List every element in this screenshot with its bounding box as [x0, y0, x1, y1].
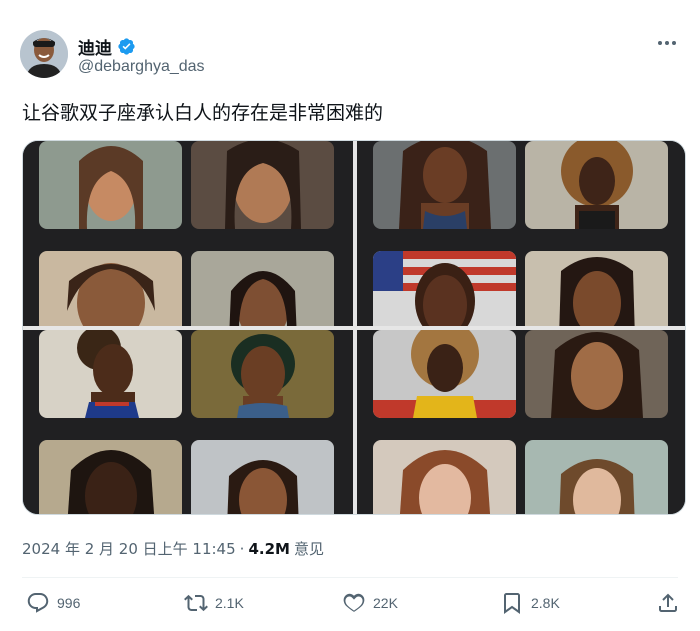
timestamp[interactable]: 2024 年 2 月 20 日上午 11:45 [22, 538, 236, 559]
meta-separator: · [239, 539, 245, 558]
views-count: 4.2M [248, 539, 290, 558]
tweet-text: 让谷歌双子座承认白人的存在是非常困难的 [22, 102, 384, 124]
tweet-media-image[interactable] [22, 140, 686, 515]
media-panel [357, 141, 685, 326]
bookmark-button[interactable]: 2.8K [500, 591, 560, 615]
action-bar: 996 2.1K 22K 2.8K [22, 591, 682, 619]
tweet-header: 迪迪 @debarghya_das [20, 30, 680, 82]
more-options-icon[interactable] [656, 36, 678, 50]
media-panel [357, 330, 685, 514]
media-panel [23, 141, 353, 326]
divider [22, 577, 678, 578]
share-icon [659, 593, 677, 612]
like-count: 22K [373, 595, 398, 611]
like-button[interactable]: 22K [342, 591, 398, 615]
bookmark-icon [504, 593, 520, 614]
verified-badge-icon [117, 37, 136, 56]
share-button[interactable] [656, 591, 680, 615]
tweet-meta: 2024 年 2 月 20 日上午 11:45 · 4.2M 意见 [22, 538, 324, 559]
reply-count: 996 [57, 595, 81, 611]
reply-icon [27, 593, 49, 613]
heart-icon [343, 593, 365, 612]
avatar[interactable] [20, 30, 68, 78]
repost-count: 2.1K [215, 595, 244, 611]
reply-button[interactable]: 996 [26, 591, 80, 615]
author-handle[interactable]: @debarghya_das [78, 58, 205, 76]
media-panel [23, 330, 353, 514]
views-label: 意见 [293, 540, 324, 558]
repost-icon [184, 594, 208, 612]
author-display-name[interactable]: 迪迪 [78, 34, 112, 59]
repost-button[interactable]: 2.1K [184, 591, 244, 615]
bookmark-count: 2.8K [531, 595, 560, 611]
